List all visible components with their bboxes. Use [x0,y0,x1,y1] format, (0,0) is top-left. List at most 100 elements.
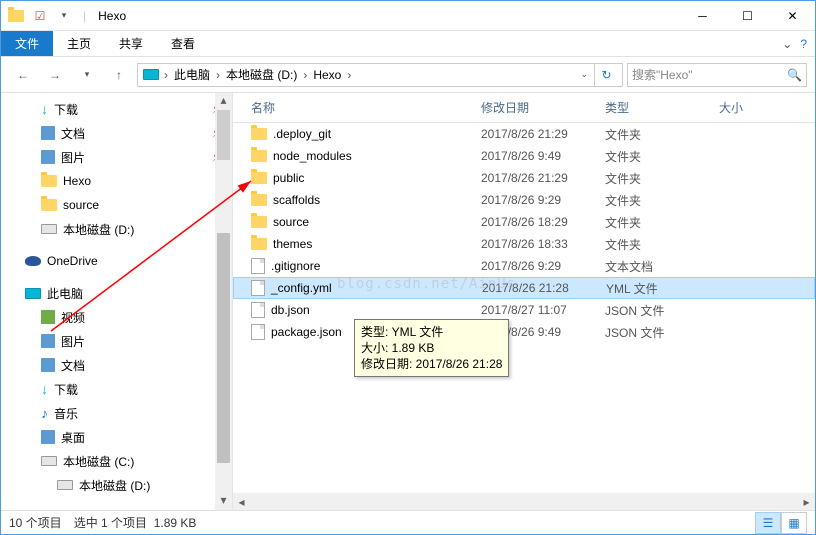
history-dropdown-icon[interactable]: ⌄ [576,69,592,80]
file-type: 文件夹 [605,236,719,253]
tab-view[interactable]: 查看 [157,31,209,56]
file-name: .deploy_git [273,127,331,141]
download-icon: ↓ [41,381,48,397]
picture-icon [41,150,55,164]
tree-hexo[interactable]: Hexo [1,169,232,193]
music-icon: ♪ [41,405,48,421]
qat-properties-icon[interactable]: ☑ [29,5,51,27]
file-name: themes [273,237,312,251]
file-list-pane: 名称 修改日期 类型 大小 .deploy_git2017/8/26 21:29… [233,93,815,510]
file-row[interactable]: db.json2017/8/27 11:07JSON 文件 [233,299,815,321]
file-name: public [273,171,304,185]
tab-home[interactable]: 主页 [53,31,105,56]
file-list[interactable]: .deploy_git2017/8/26 21:29文件夹node_module… [233,123,815,493]
folder-icon [251,128,267,140]
tree-documents[interactable]: 文档📌 [1,121,232,145]
file-date: 2017/8/26 9:29 [481,193,605,207]
file-type: JSON 文件 [605,302,719,319]
file-type: 文本文档 [605,258,719,275]
file-row[interactable]: public2017/8/26 21:29文件夹 [233,167,815,189]
tree-localdisk-c[interactable]: 本地磁盘 (C:) [1,449,232,473]
tree-downloads[interactable]: ↓下载📌 [1,97,232,121]
folder-icon [5,5,27,27]
help-icon[interactable]: ? [800,37,807,51]
file-row[interactable]: .gitignore2017/8/26 9:29文本文档 [233,255,815,277]
file-row[interactable]: scaffolds 2017/8/26 9:29文件夹 [233,189,815,211]
document-icon [41,126,55,140]
video-icon [41,310,55,324]
file-row[interactable]: source2017/8/26 18:29文件夹 [233,211,815,233]
up-button[interactable]: ↑ [105,61,133,89]
file-row[interactable]: package.json2017/8/26 9:49JSON 文件 [233,321,815,343]
tree-localdisk-d[interactable]: 本地磁盘 (D:) [1,217,232,241]
tab-file[interactable]: 文件 [1,31,53,56]
window-title: Hexo [98,9,126,23]
tree-thispc[interactable]: 此电脑 [1,281,232,305]
back-button[interactable]: ← [9,61,37,89]
view-details-button[interactable]: ☰ [755,512,781,534]
folder-icon [251,194,267,206]
tree-music[interactable]: ♪音乐 [1,401,232,425]
column-size[interactable]: 大小 [719,99,815,116]
view-icons-button[interactable]: ▦ [781,512,807,534]
maximize-button[interactable]: ☐ [725,1,770,30]
tree-downloads2[interactable]: ↓下载 [1,377,232,401]
file-date: 2017/8/26 9:29 [481,259,605,273]
tab-share[interactable]: 共享 [105,31,157,56]
chevron-right-icon[interactable]: › [214,68,222,82]
file-row[interactable]: themes2017/8/26 18:33文件夹 [233,233,815,255]
file-type: YML 文件 [606,280,720,297]
minimize-button[interactable]: ─ [680,1,725,30]
picture-icon [41,334,55,348]
breadcrumb-folder[interactable]: Hexo [309,68,345,82]
file-date: 2017/8/26 9:49 [481,149,605,163]
tooltip-size: 大小: 1.89 KB [361,340,502,356]
refresh-button[interactable]: ↻ [594,64,618,86]
navigation-pane[interactable]: ↓下载📌 文档📌 图片📌 Hexo source 本地磁盘 (D:) OneDr… [1,93,233,510]
tooltip-date: 修改日期: 2017/8/26 21:28 [361,356,502,372]
tree-videos[interactable]: 视频 [1,305,232,329]
ribbon-expand-icon[interactable]: ⌄ [782,37,792,51]
file-type: 文件夹 [605,192,719,209]
file-type: 文件夹 [605,148,719,165]
breadcrumb-drive[interactable]: 本地磁盘 (D:) [222,66,301,83]
file-row[interactable]: node_modules2017/8/26 9:49文件夹 [233,145,815,167]
file-icon [251,302,265,318]
folder-icon [251,150,267,162]
breadcrumb-thispc[interactable]: 此电脑 [170,66,214,83]
file-row[interactable]: .deploy_git2017/8/26 21:29文件夹 [233,123,815,145]
desktop-icon [41,430,55,444]
forward-button[interactable]: → [41,61,69,89]
file-row[interactable]: _config.yml2017/8/26 21:28YML 文件 [233,277,815,299]
file-icon [251,280,265,296]
tree-desktop[interactable]: 桌面 [1,425,232,449]
search-icon[interactable]: 🔍 [787,68,802,82]
search-input[interactable]: 搜索"Hexo" 🔍 [627,63,807,87]
column-date[interactable]: 修改日期 [481,99,605,116]
folder-icon [41,175,57,187]
drive-icon [41,224,57,234]
chevron-right-icon[interactable]: › [301,68,309,82]
chevron-right-icon[interactable]: › [162,68,170,82]
chevron-right-icon[interactable]: › [345,68,353,82]
tree-localdisk-d2[interactable]: 本地磁盘 (D:) [1,473,232,497]
recent-dropdown-icon[interactable]: ▾ [73,61,101,89]
close-button[interactable]: ✕ [770,1,815,30]
file-type: JSON 文件 [605,324,719,341]
column-headers: 名称 修改日期 类型 大小 [233,93,815,123]
file-name: scaffolds [273,193,320,207]
tree-documents2[interactable]: 文档 [1,353,232,377]
horizontal-scrollbar[interactable]: ◂▸ [233,493,815,510]
tree-pictures[interactable]: 图片📌 [1,145,232,169]
nav-scrollbar[interactable]: ▴ ▾ [215,93,232,510]
breadcrumb[interactable]: › 此电脑 › 本地磁盘 (D:) › Hexo › ⌄ ↻ [137,63,623,87]
folder-icon [251,172,267,184]
tree-pictures2[interactable]: 图片 [1,329,232,353]
qat-dropdown-icon[interactable]: ▾ [53,5,75,27]
file-icon [251,258,265,274]
tree-onedrive[interactable]: OneDrive [1,249,232,273]
tree-source[interactable]: source [1,193,232,217]
file-name: source [273,215,309,229]
column-type[interactable]: 类型 [605,99,719,116]
column-name[interactable]: 名称 [233,99,481,116]
